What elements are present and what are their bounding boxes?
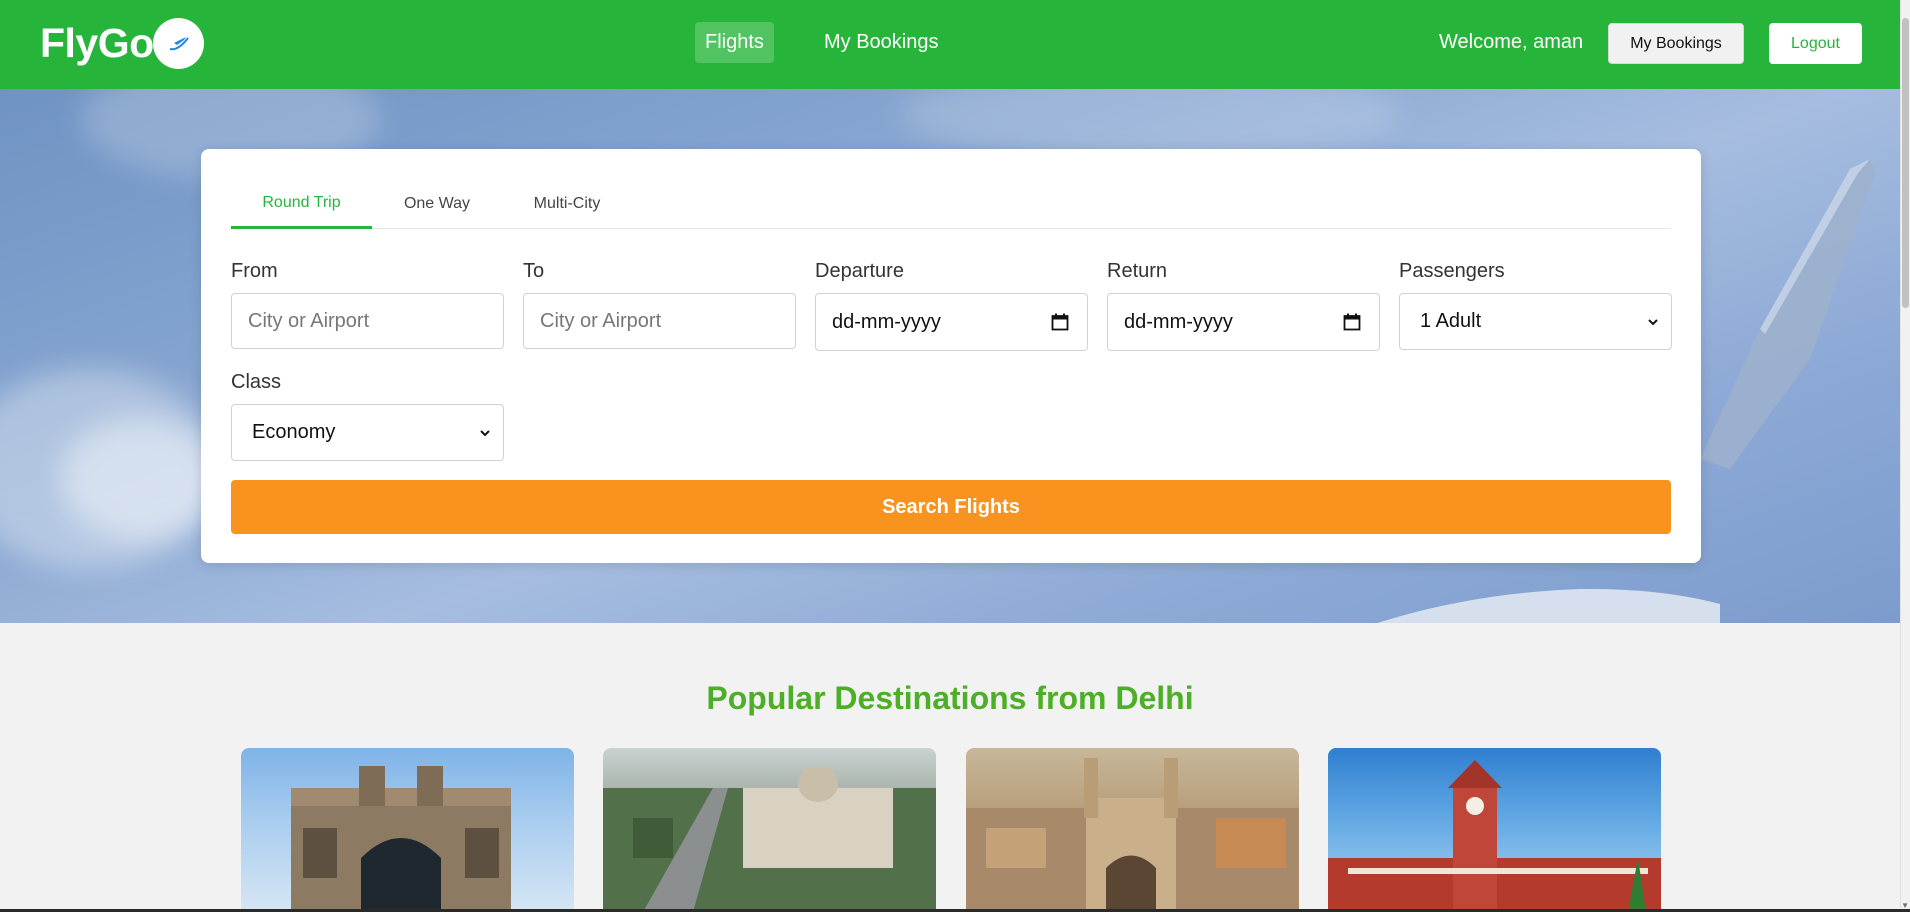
class-value: Economy bbox=[252, 421, 336, 443]
airplane-wing-image bbox=[1700, 159, 1875, 469]
plane-logo-icon bbox=[153, 18, 204, 69]
from-label: From bbox=[231, 260, 278, 282]
return-date-input[interactable]: dd-mm-yyyy bbox=[1107, 293, 1380, 351]
departure-label: Departure bbox=[815, 260, 904, 282]
gateway-monument-image bbox=[291, 766, 511, 912]
passengers-select[interactable]: 1 Adult bbox=[1399, 293, 1672, 350]
destination-card-image[interactable] bbox=[241, 748, 574, 912]
destination-card-image[interactable] bbox=[966, 748, 1299, 912]
return-date-value: dd-mm-yyyy bbox=[1124, 310, 1233, 333]
charminar-monument-image bbox=[966, 758, 1299, 912]
departure-date-input[interactable]: dd-mm-yyyy bbox=[815, 293, 1088, 351]
class-label: Class bbox=[231, 371, 282, 393]
airplane-engine-image bbox=[1377, 588, 1720, 623]
to-input[interactable]: City or Airport bbox=[523, 293, 796, 349]
class-select[interactable]: Economy bbox=[231, 404, 504, 461]
tab-multi-city[interactable]: Multi-City bbox=[502, 179, 632, 229]
calendar-icon[interactable] bbox=[1051, 313, 1069, 331]
to-label: To bbox=[523, 260, 545, 282]
tab-round-trip[interactable]: Round Trip bbox=[231, 179, 372, 229]
flight-search-card: Round Trip One Way Multi-City From City … bbox=[201, 149, 1701, 563]
logout-button[interactable]: Logout bbox=[1769, 23, 1862, 64]
my-bookings-button[interactable]: My Bookings bbox=[1608, 23, 1744, 64]
brand-logo[interactable]: FlyGo bbox=[40, 20, 154, 67]
top-nav-bar: FlyGo Flights My Bookings Welcome, aman … bbox=[0, 0, 1900, 89]
return-label: Return bbox=[1107, 260, 1168, 282]
city-building-image bbox=[603, 766, 936, 912]
passengers-label: Passengers bbox=[1399, 260, 1505, 282]
destination-card-image[interactable] bbox=[603, 748, 936, 912]
chevron-down-icon bbox=[1648, 319, 1658, 326]
chevron-down-icon bbox=[480, 430, 490, 437]
vertical-scrollbar[interactable]: ▼ bbox=[1900, 0, 1910, 912]
chennai-central-image bbox=[1328, 760, 1661, 912]
search-flights-button[interactable]: Search Flights bbox=[231, 480, 1671, 534]
from-input[interactable]: City or Airport bbox=[231, 293, 504, 349]
scrollbar-thumb[interactable] bbox=[1902, 18, 1909, 308]
popular-destinations-title: Popular Destinations from Delhi bbox=[706, 680, 1194, 716]
trip-type-tabs: Round Trip One Way Multi-City bbox=[231, 179, 1671, 229]
departure-date-value: dd-mm-yyyy bbox=[832, 310, 941, 333]
cloud-decoration bbox=[60, 419, 220, 539]
nav-my-bookings-link[interactable]: My Bookings bbox=[814, 22, 949, 63]
calendar-icon[interactable] bbox=[1343, 313, 1361, 331]
tab-one-way[interactable]: One Way bbox=[372, 179, 502, 229]
welcome-text: Welcome, aman bbox=[1439, 31, 1584, 53]
destination-card-image[interactable] bbox=[1328, 748, 1661, 912]
nav-flights-link[interactable]: Flights bbox=[695, 22, 774, 63]
passengers-value: 1 Adult bbox=[1420, 310, 1482, 332]
